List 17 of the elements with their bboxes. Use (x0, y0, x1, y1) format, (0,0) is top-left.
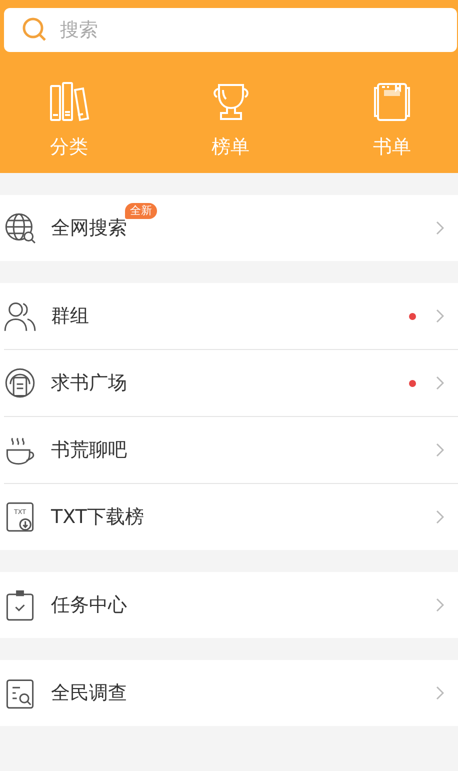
clipboard-check-icon (4, 589, 36, 621)
search-field[interactable]: 搜索 (4, 8, 457, 52)
chevron-right-icon (436, 510, 444, 524)
document-search-icon (4, 677, 36, 709)
new-badge: 全新 (125, 203, 157, 219)
chevron-right-icon (436, 686, 444, 700)
books-icon (48, 82, 90, 122)
chevron-right-icon (436, 221, 444, 235)
search-icon (22, 17, 48, 43)
chevron-right-icon (436, 309, 444, 323)
globe-search-icon (4, 212, 36, 244)
notebook-icon (371, 82, 413, 122)
people-icon (4, 300, 36, 332)
chevron-right-icon (436, 376, 444, 390)
chevron-right-icon (436, 443, 444, 457)
headset-icon (4, 367, 36, 399)
chevron-right-icon (436, 598, 444, 612)
